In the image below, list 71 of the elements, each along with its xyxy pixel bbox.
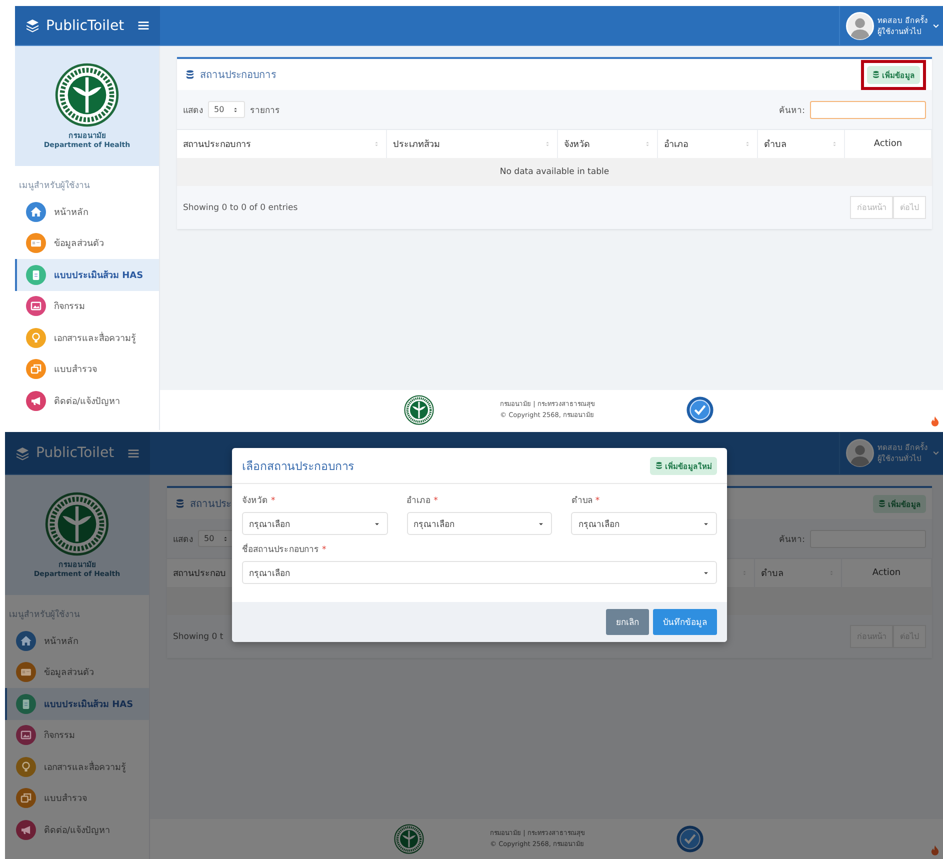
search-label: ค้นหา: <box>779 104 805 116</box>
field-label: ตำบล * <box>571 495 601 507</box>
length-label: แสดง <box>183 104 203 116</box>
menu-icon[interactable] <box>137 19 150 32</box>
layers-icon <box>15 446 30 460</box>
menu-item[interactable]: ข้อมูลส่วนตัว <box>5 656 149 688</box>
menu-item[interactable]: หน้าหลัก <box>5 625 149 656</box>
sort-icon[interactable] <box>544 140 551 148</box>
menu-heading: เมนูสำหรับผู้ใช้งาน <box>18 179 91 193</box>
database-icon <box>655 461 663 470</box>
length-label: แสดง <box>173 534 193 546</box>
fire-icon[interactable] <box>929 843 941 857</box>
card-title: สถานประ <box>190 498 231 511</box>
menu-item[interactable]: แบบสำรวจ <box>5 782 149 814</box>
menu-item[interactable]: หน้าหลัก <box>15 196 159 228</box>
database-icon <box>878 499 886 508</box>
save-button[interactable]: บันทึกข้อมูล <box>653 609 717 635</box>
table-info: Showing 0 to 0 of 0 entries <box>183 202 298 212</box>
chevron-down-icon[interactable] <box>932 449 940 457</box>
table-info: Showing 0 t <box>173 632 224 642</box>
empty-table-message: No data available in table <box>177 158 932 186</box>
database-icon <box>872 70 880 79</box>
field-label: อำเภอ * <box>406 495 439 507</box>
sort-arrows-icon <box>222 534 230 542</box>
seal-logo <box>55 62 119 126</box>
sort-icon[interactable] <box>644 140 651 148</box>
cancel-button[interactable]: ยกเลิก <box>606 609 649 635</box>
app-title: PublicToilet <box>46 18 126 34</box>
menu-item[interactable]: แบบสำรวจ <box>15 354 159 385</box>
avatar-icon[interactable] <box>846 12 874 40</box>
seal-logo <box>394 824 424 854</box>
card-title: สถานประกอบการ <box>200 69 276 82</box>
dropdown-field[interactable]: กรุณาเลือก <box>242 561 717 584</box>
menu-item[interactable]: ข้อมูลส่วนตัว <box>15 228 159 259</box>
menu-item[interactable]: เอกสารและสื่อความรู้ <box>5 751 149 782</box>
modal-title: เลือกสถานประกอบการ <box>242 458 354 474</box>
menu-item[interactable]: กิจกรรม <box>5 720 149 751</box>
menu-item[interactable]: กิจกรรม <box>15 290 159 322</box>
menu-item[interactable]: แบบประเมินส้วม HAS <box>15 259 159 290</box>
search-label: ค้นหา: <box>779 534 805 546</box>
seal-logo <box>404 395 434 425</box>
sort-arrows-icon <box>232 106 240 114</box>
certification-badge-icon <box>676 825 704 853</box>
database-icon <box>175 498 185 509</box>
menu-item[interactable]: แบบประเมินส้วม HAS <box>5 688 149 720</box>
sort-icon[interactable] <box>741 569 748 577</box>
menu-heading: เมนูสำหรับผู้ใช้งาน <box>8 608 81 622</box>
sort-icon[interactable] <box>373 140 380 148</box>
layers-icon <box>25 18 40 33</box>
menu-item[interactable]: ติดต่อ/แจ้งปัญหา <box>5 814 149 846</box>
database-icon <box>185 69 195 80</box>
menu-icon[interactable] <box>127 446 140 460</box>
sort-icon[interactable] <box>744 140 751 148</box>
sort-icon[interactable] <box>831 140 838 148</box>
length-label: รายการ <box>250 104 280 116</box>
dropdown-field[interactable]: กรุณาเลือก <box>571 512 718 535</box>
menu-item[interactable]: เอกสารและสื่อความรู้ <box>15 322 159 354</box>
chevron-down-icon[interactable] <box>932 22 940 30</box>
menu-item[interactable]: ติดต่อ/แจ้งปัญหา <box>15 385 159 416</box>
field-label: จังหวัด * <box>242 495 276 507</box>
fire-icon[interactable] <box>929 414 941 428</box>
certification-badge-icon <box>686 396 714 424</box>
app-title: PublicToilet <box>36 445 116 461</box>
search-field[interactable] <box>810 100 926 118</box>
avatar-icon[interactable] <box>846 439 874 467</box>
page-size-select[interactable]: 50 <box>208 101 246 118</box>
dropdown-field[interactable]: กรุณาเลือก <box>406 512 552 535</box>
seal-logo <box>45 492 109 556</box>
sort-icon[interactable] <box>828 569 835 577</box>
field-label: ชื่อสถานประกอบการ * <box>242 542 328 556</box>
dropdown-field[interactable]: กรุณาเลือก <box>242 512 388 535</box>
